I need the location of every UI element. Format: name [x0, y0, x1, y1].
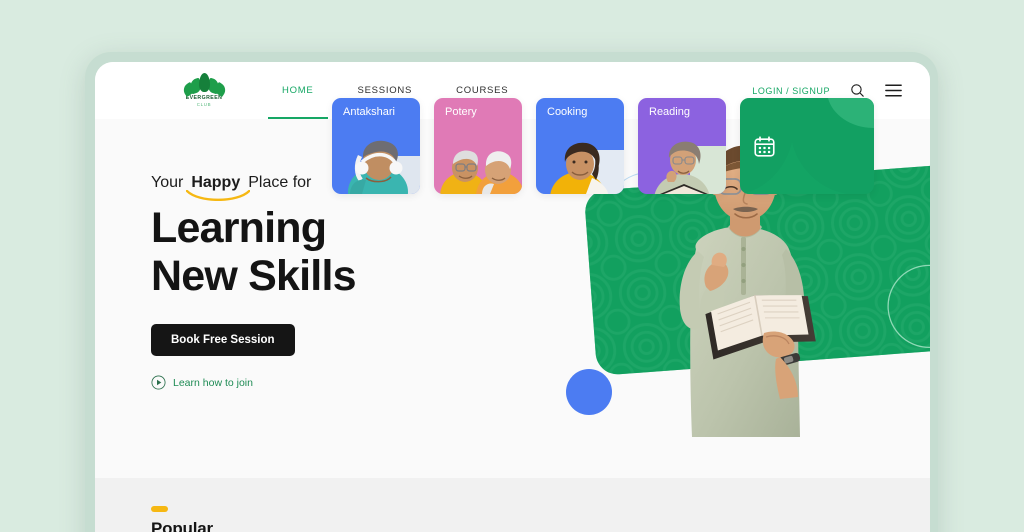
- brand-subtitle: CLUB: [196, 101, 212, 107]
- decorative-outline-circle-in-card: [887, 264, 930, 349]
- page-title: Learning New Skills: [151, 204, 441, 300]
- calendar-icon: [754, 136, 775, 162]
- hero-eyebrow-highlight-wrap: Happy: [186, 174, 251, 201]
- card-label: Cooking: [547, 106, 588, 118]
- popular-title: Popular: [151, 519, 213, 532]
- card-label: Antakshari: [343, 106, 395, 118]
- leaf-logo-icon: [179, 73, 229, 98]
- popular-card-reading[interactable]: Reading: [638, 98, 726, 194]
- popular-section: Popular: [95, 478, 930, 532]
- card-photo-antakshari: [348, 140, 420, 194]
- headline-line-2: New Skills: [151, 252, 357, 301]
- popular-cards-row: Antakshari Potery Cooking Reading: [332, 98, 874, 194]
- browser-viewport: EVERGREEN CLUB HOME SESSIONS COURSES LOG…: [95, 62, 930, 532]
- hero-eyebrow-suffix: Place for: [248, 174, 312, 191]
- card-photo-cooking: [550, 142, 624, 194]
- popular-heading-group: Popular: [151, 506, 213, 532]
- smile-underline-icon: [186, 190, 251, 201]
- login-signup-link[interactable]: LOGIN / SIGNUP: [752, 86, 830, 96]
- popular-card-potery[interactable]: Potery: [434, 98, 522, 194]
- nav-item-home[interactable]: HOME: [260, 62, 336, 119]
- card-photo-potery: [440, 150, 522, 194]
- card-label: Potery: [445, 106, 477, 118]
- screenshot-stage: EVERGREEN CLUB HOME SESSIONS COURSES LOG…: [0, 0, 1024, 532]
- hamburger-menu-icon[interactable]: [885, 84, 902, 97]
- card-photo-reading: [654, 141, 726, 194]
- book-free-session-button[interactable]: Book Free Session: [151, 324, 295, 357]
- learn-how-to-join-link[interactable]: Learn how to join: [151, 375, 253, 390]
- popular-card-cooking[interactable]: Cooking: [536, 98, 624, 194]
- popular-accent-dash: [151, 506, 168, 512]
- play-circle-icon: [151, 375, 166, 390]
- hero-eyebrow-prefix: Your: [151, 174, 184, 191]
- popular-card-antakshari[interactable]: Antakshari: [332, 98, 420, 194]
- hero-copy: Your Happy Place for Learning New Skills…: [151, 174, 441, 390]
- headline-line-1: Learning: [151, 204, 327, 252]
- hero-eyebrow-highlight: Happy: [191, 174, 241, 191]
- card-label: Reading: [649, 106, 690, 118]
- learn-how-to-join-label: Learn how to join: [173, 376, 253, 389]
- decorative-blue-circle: [566, 369, 612, 415]
- search-icon[interactable]: [850, 83, 865, 98]
- popular-card-calendar[interactable]: [740, 98, 874, 194]
- brand-logo[interactable]: EVERGREEN CLUB: [179, 73, 229, 111]
